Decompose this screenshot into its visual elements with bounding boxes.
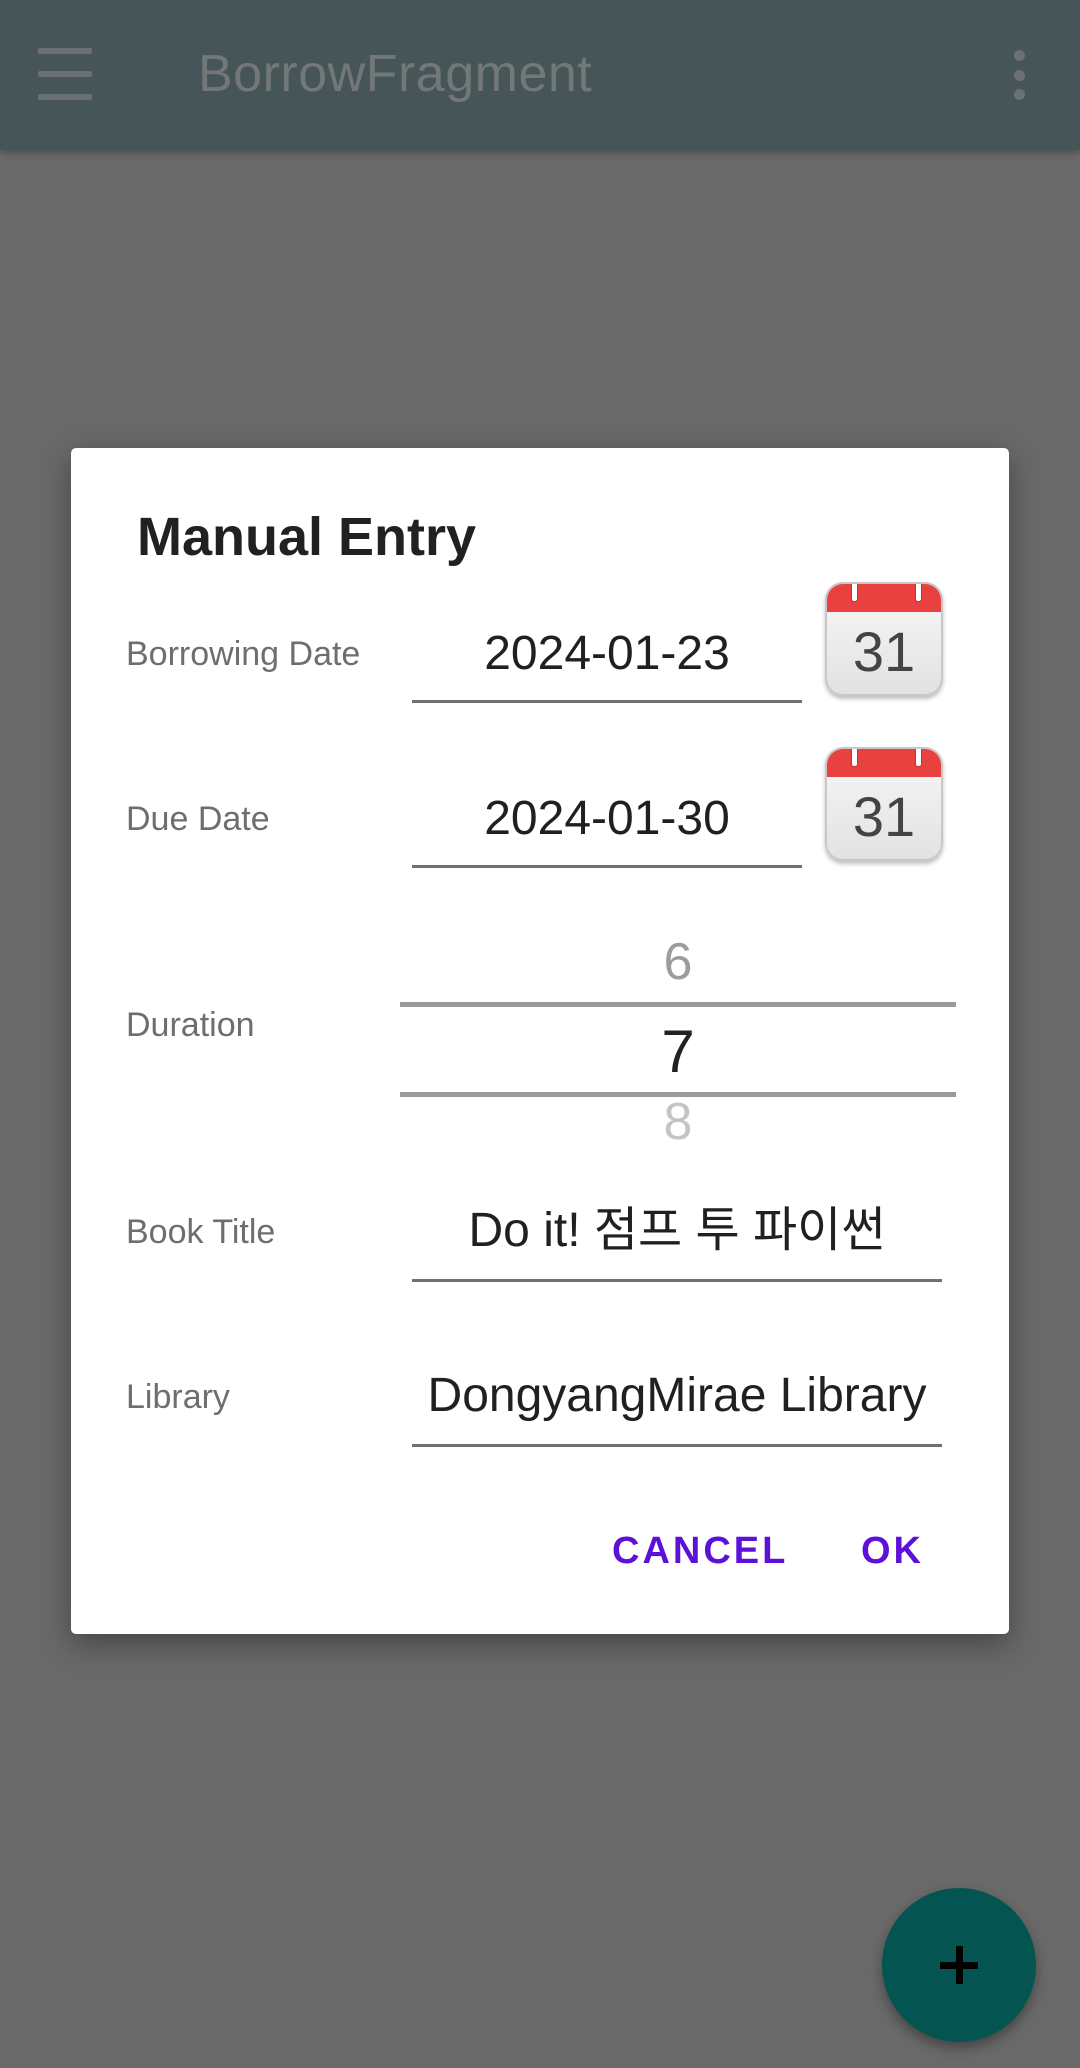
library-field[interactable]: DongyangMirae Library	[412, 1360, 942, 1447]
duration-prev-value[interactable]: 6	[400, 932, 956, 992]
duration-number-picker[interactable]: 6 7 8	[400, 932, 956, 1172]
duration-label: Duration	[126, 1006, 255, 1044]
manual-entry-dialog: Manual Entry Borrowing Date 2024-01-23 3…	[71, 448, 1009, 1634]
book-title-field[interactable]: Do it! 점프 투 파이썬	[412, 1195, 942, 1282]
borrowing-date-calendar-button[interactable]: 31	[825, 582, 943, 696]
library-label: Library	[126, 1378, 230, 1416]
duration-next-value[interactable]: 8	[400, 1092, 956, 1152]
ok-button[interactable]: OK	[861, 1530, 924, 1573]
borrowing-date-label: Borrowing Date	[126, 635, 361, 673]
dialog-title: Manual Entry	[137, 507, 477, 567]
hamburger-menu-icon[interactable]	[38, 48, 116, 100]
duration-current-value[interactable]: 7	[400, 1002, 956, 1102]
app-bar: BorrowFragment	[0, 0, 1080, 150]
due-date-label: Due Date	[126, 800, 270, 838]
due-date-calendar-button[interactable]: 31	[825, 747, 943, 861]
borrowing-date-field[interactable]: 2024-01-23	[412, 620, 802, 703]
add-fab-button[interactable]	[882, 1888, 1036, 2042]
calendar-icon: 31	[852, 785, 916, 848]
book-title-label: Book Title	[126, 1213, 276, 1251]
cancel-button[interactable]: CANCEL	[612, 1530, 788, 1573]
more-vert-icon[interactable]	[1004, 50, 1034, 100]
calendar-icon: 31	[852, 620, 916, 683]
due-date-field[interactable]: 2024-01-30	[412, 785, 802, 868]
app-bar-title: BorrowFragment	[198, 45, 593, 103]
